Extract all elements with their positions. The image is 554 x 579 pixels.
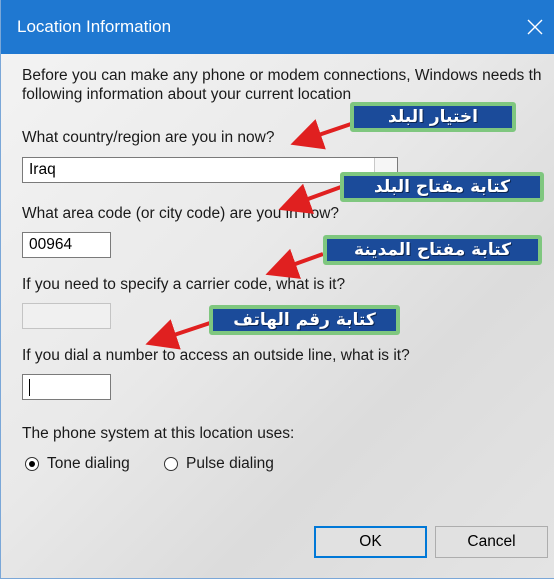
area-code-input[interactable]: 00964 [22, 232, 111, 258]
text-cursor [29, 379, 30, 396]
pulse-dialing-label[interactable]: Pulse dialing [186, 455, 274, 473]
title-bar[interactable]: Location Information [1, 0, 554, 54]
tone-dialing-radio[interactable] [25, 457, 39, 471]
carrier-code-input[interactable] [22, 303, 111, 329]
annotation-country-code: كتابة مفتاح البلد [340, 172, 544, 202]
annotation-phone-number: كتابة رقم الهاتف [209, 305, 400, 335]
outside-line-label: If you dial a number to access an outsid… [22, 347, 410, 364]
country-label: What country/region are you in now? [22, 129, 275, 146]
country-selected-value: Iraq [29, 161, 56, 178]
pulse-dialing-radio[interactable] [164, 457, 178, 471]
close-icon [527, 19, 543, 35]
carrier-code-label: If you need to specify a carrier code, w… [22, 276, 346, 293]
radio-selected-dot [29, 461, 35, 467]
cancel-button[interactable]: Cancel [435, 526, 548, 558]
outside-line-input[interactable] [22, 374, 111, 400]
close-button[interactable] [515, 0, 554, 54]
location-information-dialog: Location Information Before you can make… [0, 0, 554, 579]
annotation-choose-country: اختيار البلد [350, 102, 516, 132]
intro-line-1: Before you can make any phone or modem c… [22, 67, 542, 84]
window-title: Location Information [17, 17, 172, 36]
area-code-value: 00964 [29, 236, 73, 253]
ok-button[interactable]: OK [314, 526, 427, 558]
phone-system-label: The phone system at this location uses: [22, 425, 295, 442]
intro-line-2: following information about your current… [22, 86, 352, 103]
annotation-city-code: كتابة مفتاح المدينة [323, 235, 542, 265]
tone-dialing-label[interactable]: Tone dialing [47, 455, 130, 473]
area-code-label: What area code (or city code) are you in… [22, 205, 340, 222]
